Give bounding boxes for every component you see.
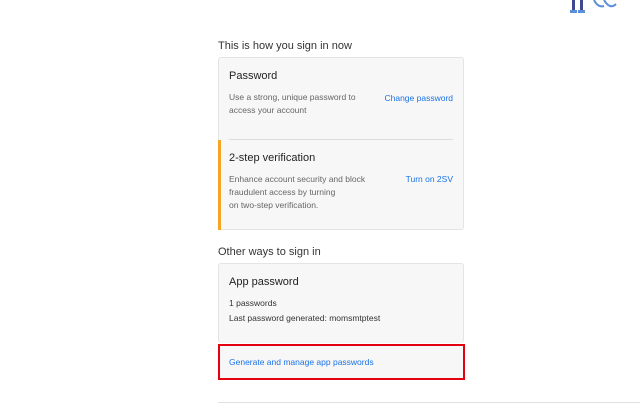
header-illustration xyxy=(570,0,617,13)
turn-on-2sv-link[interactable]: Turn on 2SV xyxy=(406,174,453,184)
row-divider xyxy=(229,139,453,140)
two-step-description: Enhance account security and block fraud… xyxy=(229,173,365,212)
password-description: Use a strong, unique password to access … xyxy=(229,91,356,117)
current-signin-heading: This is how you sign in now xyxy=(218,40,352,52)
manage-app-passwords-highlight: Generate and manage app passwords xyxy=(218,344,465,380)
two-step-desc-line-3: on two-step verification. xyxy=(229,200,319,210)
bottom-divider xyxy=(218,402,640,403)
password-desc-line-2: access your account xyxy=(229,105,307,115)
password-title: Password xyxy=(229,70,278,82)
last-generated-line: Last password generated: momsmtptest xyxy=(229,313,380,323)
warning-accent-bar xyxy=(218,140,221,230)
other-signin-heading: Other ways to sign in xyxy=(218,246,321,258)
two-step-title: 2-step verification xyxy=(229,152,316,164)
password-row: Password Use a strong, unique password t… xyxy=(229,70,453,130)
current-signin-card: Password Use a strong, unique password t… xyxy=(218,57,464,230)
app-password-count: 1 passwords xyxy=(229,298,277,308)
two-step-desc-line-1: Enhance account security and block xyxy=(229,174,366,184)
app-password-card: App password 1 passwords Last password g… xyxy=(218,263,464,343)
generate-manage-app-passwords-link[interactable]: Generate and manage app passwords xyxy=(229,357,374,367)
two-step-desc-line-2: fraudulent access by turning xyxy=(229,187,336,197)
last-generated-value: momsmtptest xyxy=(329,313,381,323)
password-desc-line-1: Use a strong, unique password to xyxy=(229,92,356,102)
last-generated-label: Last password generated: xyxy=(229,313,327,323)
change-password-link[interactable]: Change password xyxy=(384,93,453,103)
app-password-title: App password xyxy=(229,276,299,288)
two-step-row: 2-step verification Enhance account secu… xyxy=(229,152,453,222)
